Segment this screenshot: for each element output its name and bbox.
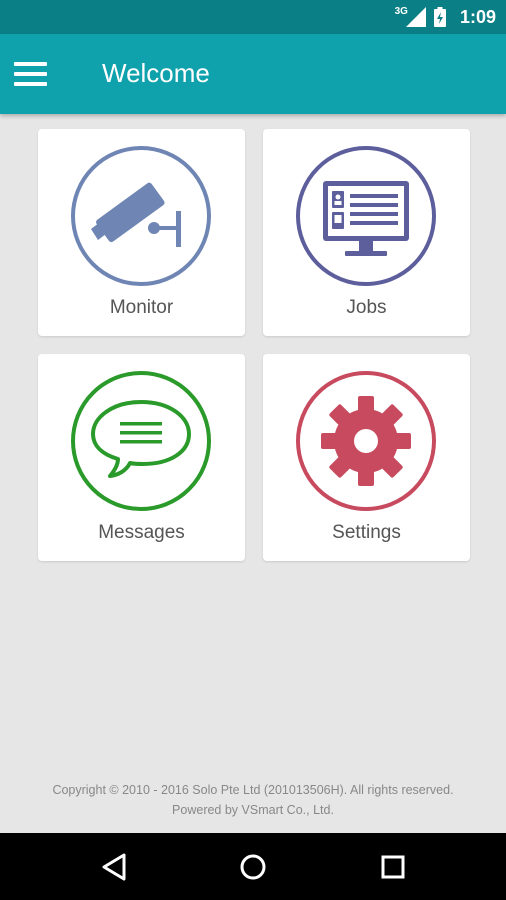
monitor-job-card-icon xyxy=(296,146,436,286)
recent-apps-icon[interactable] xyxy=(370,844,416,890)
hamburger-line xyxy=(14,72,47,76)
tile-label: Monitor xyxy=(109,297,174,318)
monitor-tile[interactable]: Monitor xyxy=(38,129,245,336)
app-bar: Welcome xyxy=(0,34,506,114)
navigation-bar xyxy=(0,833,506,900)
hamburger-menu-button[interactable] xyxy=(14,54,54,94)
network-type-label: 3G xyxy=(394,5,408,17)
security-camera-icon xyxy=(71,146,211,286)
clock: 1:09 xyxy=(459,6,496,27)
battery-icon xyxy=(433,7,446,27)
page-title: Welcome xyxy=(102,58,210,88)
tile-label: Jobs xyxy=(346,297,387,318)
hamburger-line xyxy=(14,82,47,86)
back-icon[interactable] xyxy=(91,844,137,890)
messages-tile[interactable]: Messages xyxy=(38,354,245,561)
home-icon[interactable] xyxy=(230,844,276,890)
status-bar: 3G 1:09 xyxy=(0,0,506,34)
jobs-tile[interactable]: Jobs xyxy=(263,129,470,336)
signal-icon xyxy=(405,7,426,27)
footer: Copyright © 2010 - 2016 Solo Pte Ltd (20… xyxy=(0,780,506,820)
tile-label: Settings xyxy=(332,522,401,543)
settings-tile[interactable]: Settings xyxy=(263,354,470,561)
copyright-text: Copyright © 2010 - 2016 Solo Pte Ltd (20… xyxy=(52,783,454,797)
gear-icon xyxy=(296,371,436,511)
chat-bubble-icon xyxy=(71,371,211,511)
status-icons: 3G 1:09 xyxy=(395,6,496,28)
tile-label: Messages xyxy=(98,522,185,543)
hamburger-line xyxy=(14,62,47,66)
powered-by-text: Powered by VSmart Co., Ltd. xyxy=(172,803,334,817)
